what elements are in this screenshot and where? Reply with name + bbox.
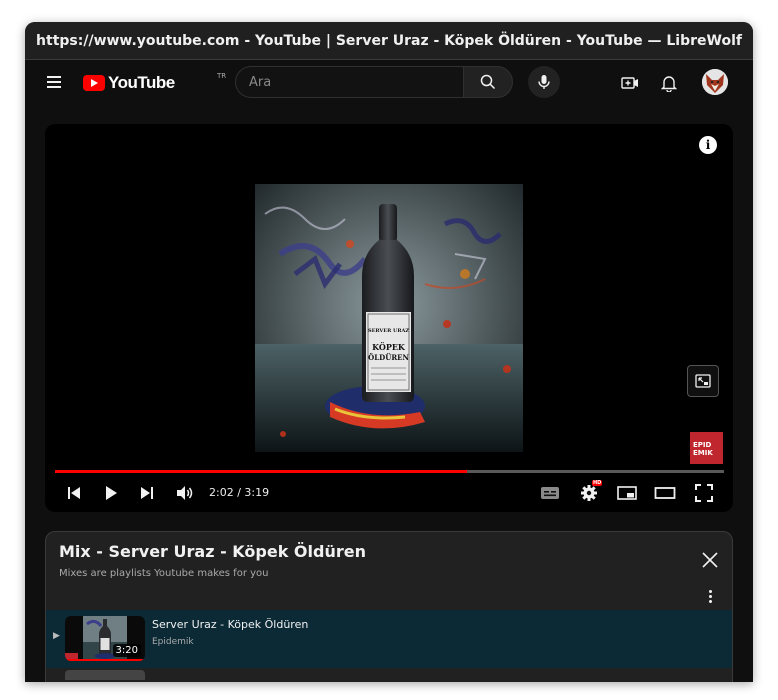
hd-badge: HD xyxy=(592,480,603,486)
cast-icon xyxy=(695,374,711,388)
player-controls: 2:02 / 3:19 HD xyxy=(45,478,733,508)
close-playlist-button[interactable] xyxy=(700,550,720,570)
search-input[interactable] xyxy=(235,66,463,98)
time-display: 2:02 / 3:19 xyxy=(209,486,270,499)
playlist-item-title[interactable]: Server Uraz - Köpek Öldüren xyxy=(152,618,308,631)
video-player[interactable]: i SERVER URAZ KÖPEK ÖLDÜREN EPID EMIK 2:… xyxy=(45,124,733,512)
skip-previous-icon xyxy=(68,487,80,499)
video-artwork: SERVER URAZ KÖPEK ÖLDÜREN xyxy=(255,184,523,452)
subtitles-icon xyxy=(541,487,559,499)
previous-button[interactable] xyxy=(63,482,85,504)
fullscreen-button[interactable] xyxy=(693,482,715,504)
youtube-logo[interactable]: YouTube TR xyxy=(83,72,226,93)
info-icon[interactable]: i xyxy=(699,136,717,154)
miniplayer-icon xyxy=(617,486,637,500)
fullscreen-icon xyxy=(695,484,713,502)
play-icon xyxy=(106,486,117,500)
avatar[interactable] xyxy=(702,69,728,95)
watermark-line-2: EMIK xyxy=(693,449,713,457)
subtitles-button[interactable] xyxy=(539,482,561,504)
next-button[interactable] xyxy=(136,482,158,504)
volume-button[interactable] xyxy=(174,482,196,504)
notifications-button[interactable] xyxy=(658,72,680,94)
cast-button[interactable] xyxy=(687,365,719,397)
theater-mode-button[interactable] xyxy=(654,482,676,504)
microphone-icon xyxy=(538,75,550,89)
gear-icon xyxy=(581,485,597,501)
logo-text: YouTube xyxy=(108,73,175,92)
fox-avatar-icon xyxy=(702,69,728,95)
now-playing-arrow-icon: ▶ xyxy=(53,631,60,641)
next-item-thumbnail-partial[interactable] xyxy=(65,670,145,680)
create-video-button[interactable] xyxy=(619,72,641,94)
progress-bar[interactable] xyxy=(55,470,724,473)
video-duration: 3:20 xyxy=(112,644,141,657)
youtube-play-logo-icon xyxy=(83,75,105,91)
search-bar xyxy=(235,66,515,98)
play-button[interactable] xyxy=(100,482,122,504)
artwork-title-line-2: ÖLDÜREN xyxy=(368,353,409,362)
voice-search-button[interactable] xyxy=(528,66,560,98)
playlist-item[interactable]: ▶ 3:20 Server Uraz - Köpek Öldüren Epide… xyxy=(46,610,732,668)
watermark-line-1: EPID xyxy=(693,441,712,449)
country-code: TR xyxy=(217,72,227,80)
playlist-item-channel[interactable]: Epidemik xyxy=(152,637,194,647)
skip-next-icon xyxy=(141,487,153,499)
playlist-item-thumbnail[interactable]: 3:20 xyxy=(65,616,145,661)
channel-watermark[interactable]: EPID EMIK xyxy=(690,432,723,464)
settings-button[interactable]: HD xyxy=(578,480,603,504)
browser-window: https://www.youtube.com - YouTube | Serv… xyxy=(25,22,753,682)
mix-playlist-panel: Mix - Server Uraz - Köpek Öldüren Mixes … xyxy=(45,531,733,682)
volume-icon xyxy=(177,486,193,500)
playlist-title: Mix - Server Uraz - Köpek Öldüren xyxy=(59,542,366,561)
youtube-header: YouTube TR xyxy=(25,60,753,106)
create-video-icon xyxy=(621,77,638,89)
theater-mode-icon xyxy=(654,487,676,499)
artwork-label: SERVER URAZ xyxy=(368,328,409,334)
bell-icon xyxy=(661,76,677,92)
miniplayer-button[interactable] xyxy=(616,482,638,504)
window-title: https://www.youtube.com - YouTube | Serv… xyxy=(36,32,742,49)
search-icon xyxy=(480,74,496,90)
menu-icon[interactable] xyxy=(47,76,61,88)
close-icon xyxy=(702,552,718,568)
more-options-icon[interactable] xyxy=(702,586,718,606)
progress-bar-fill xyxy=(55,470,468,473)
window-titlebar: https://www.youtube.com - YouTube | Serv… xyxy=(25,22,753,60)
artwork-title-line-1: KÖPEK xyxy=(372,342,406,352)
search-button[interactable] xyxy=(463,66,513,98)
playlist-subtitle: Mixes are playlists Youtube makes for yo… xyxy=(59,568,269,579)
